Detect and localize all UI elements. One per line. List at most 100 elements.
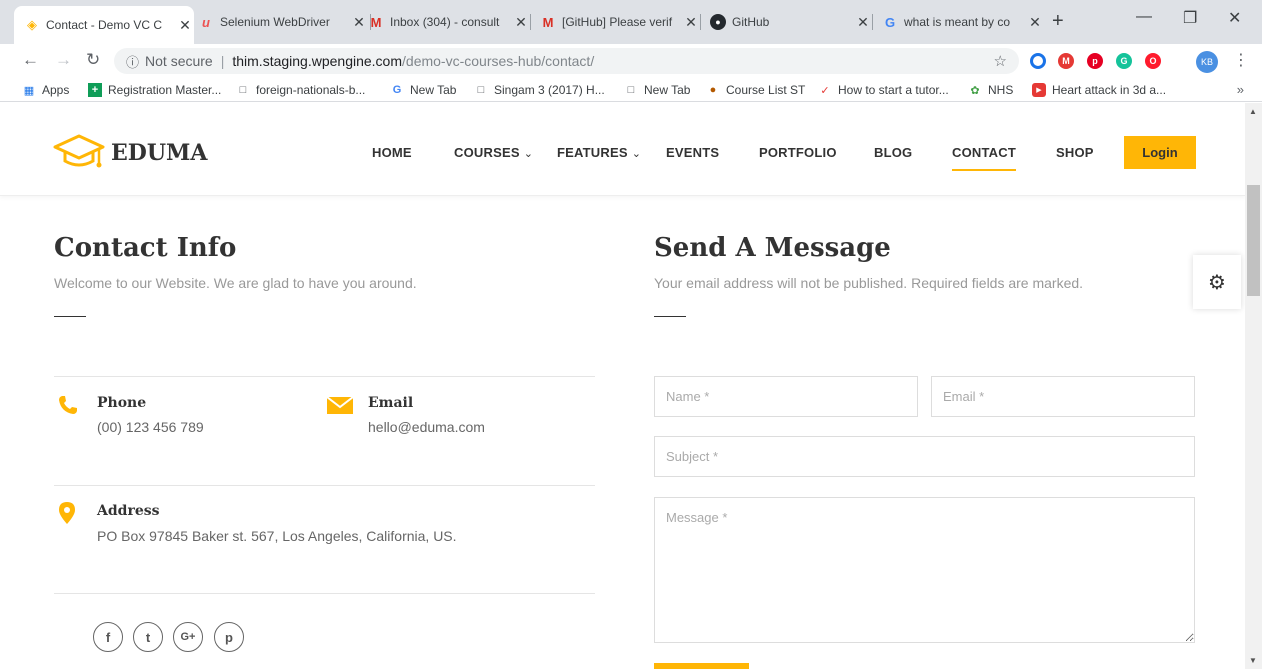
site-logo[interactable]: EDUMA: [53, 133, 207, 173]
bookmark-item[interactable]: ● Course List ST: [706, 83, 806, 97]
pinterest-extension-icon[interactable]: p: [1087, 53, 1103, 69]
page-scrollbar[interactable]: ▲ ▼: [1245, 103, 1262, 669]
extension-icon[interactable]: [1030, 53, 1046, 69]
nav-features[interactable]: FEATURES ⌄: [557, 145, 641, 160]
grammarly-extension-icon[interactable]: G: [1116, 53, 1132, 69]
nhs-icon: ✿: [970, 84, 980, 97]
bookmark-star-icon[interactable]: ☆: [994, 52, 1007, 70]
facebook-icon[interactable]: f: [93, 622, 123, 652]
opera-extension-icon[interactable]: O: [1145, 53, 1161, 69]
name-field[interactable]: [654, 376, 918, 417]
nav-label: CONTACT: [952, 145, 1016, 160]
bookmark-item[interactable]: ✓ How to start a tutor...: [818, 83, 948, 97]
profile-avatar[interactable]: KB: [1196, 51, 1218, 73]
bookmark-label: foreign-nationals-b...: [256, 83, 366, 97]
heading-underline: [54, 316, 86, 317]
url-path: /demo-vc-courses-hub/contact/: [402, 53, 595, 69]
pinterest-icon[interactable]: p: [214, 622, 244, 652]
close-icon[interactable]: ✕: [854, 14, 872, 31]
nav-label: SHOP: [1056, 145, 1094, 160]
bookmark-item[interactable]: □ foreign-nationals-b...: [236, 83, 366, 97]
login-button[interactable]: Login: [1124, 136, 1196, 169]
plus-icon: +: [88, 83, 102, 97]
map-pin-icon: [59, 502, 75, 524]
page-icon: □: [477, 84, 485, 96]
tab-selenium[interactable]: u Selenium WebDriver ✕: [188, 8, 368, 36]
tab-contact[interactable]: ◈ Contact - Demo VC C ✕: [14, 6, 194, 44]
back-button[interactable]: ←: [22, 50, 39, 70]
bookmark-item[interactable]: + Registration Master...: [88, 83, 221, 97]
nav-courses[interactable]: COURSES ⌄: [454, 145, 533, 160]
bookmark-item[interactable]: ✿ NHS: [968, 83, 1013, 97]
gmail-icon: M: [542, 14, 554, 30]
scrollbar-thumb[interactable]: [1247, 185, 1260, 296]
bookmark-item[interactable]: □ New Tab: [624, 83, 691, 97]
forward-button[interactable]: →: [55, 50, 72, 70]
submit-button[interactable]: [654, 663, 749, 669]
email-field[interactable]: [931, 376, 1195, 417]
settings-gear-icon[interactable]: ⚙: [1193, 255, 1241, 309]
bookmark-apps[interactable]: ▦ Apps: [22, 83, 70, 97]
tab-title: [GitHub] Please verif: [562, 15, 673, 29]
address-bar[interactable]: ⓘ Not secure | thim.staging.wpengine.com…: [114, 48, 1019, 74]
graduation-cap-icon: [53, 134, 105, 168]
more-bookmarks-icon[interactable]: »: [1237, 82, 1244, 97]
nav-home[interactable]: HOME: [372, 145, 412, 160]
browser-tab-strip: ◈ Contact - Demo VC C ✕ u Selenium WebDr…: [0, 0, 1262, 44]
bookmark-label: NHS: [988, 83, 1014, 97]
tab-github-verify[interactable]: M [GitHub] Please verif ✕: [530, 8, 700, 36]
nav-blog[interactable]: BLOG: [874, 145, 912, 160]
security-label: Not secure: [145, 53, 213, 69]
twitter-icon[interactable]: t: [133, 622, 163, 652]
message-field[interactable]: [654, 497, 1195, 643]
extension-icon[interactable]: M: [1058, 53, 1074, 69]
nav-label: EVENTS: [666, 145, 720, 160]
bookmark-item[interactable]: G New Tab: [390, 83, 457, 97]
tab-inbox[interactable]: M Inbox (304) - consult ✕: [358, 8, 530, 36]
nav-events[interactable]: EVENTS: [666, 145, 719, 160]
tab-title: Selenium WebDriver: [220, 15, 330, 29]
chevron-down-icon: ⌄: [523, 148, 534, 160]
scroll-down-arrow-icon[interactable]: ▼: [1249, 656, 1257, 665]
chevron-down-icon: ⌄: [631, 148, 642, 160]
scroll-up-arrow-icon[interactable]: ▲: [1249, 107, 1257, 116]
tab-title: Contact - Demo VC C: [46, 18, 163, 32]
subject-field[interactable]: [654, 436, 1195, 477]
tab-google-search[interactable]: G what is meant by co ✕: [872, 8, 1044, 36]
bookmark-item[interactable]: □ Singam 3 (2017) H...: [474, 83, 605, 97]
google-plus-icon[interactable]: G+: [173, 622, 203, 652]
tab-github[interactable]: ● GitHub ✕: [700, 8, 872, 36]
nav-shop[interactable]: SHOP: [1056, 145, 1094, 160]
tab-title: GitHub: [732, 15, 770, 29]
reload-button[interactable]: ↻: [86, 50, 100, 70]
url-host: thim.staging.wpengine.com: [232, 53, 403, 69]
nav-contact[interactable]: CONTACT: [952, 145, 1016, 171]
close-icon[interactable]: ✕: [512, 14, 530, 31]
divider: [54, 485, 595, 486]
apps-icon: ▦: [23, 84, 35, 97]
tab-title: what is meant by co: [904, 15, 1011, 29]
bookmark-label: Course List ST: [726, 83, 806, 97]
nav-portfolio[interactable]: PORTFOLIO: [759, 145, 837, 160]
page-icon: □: [239, 84, 247, 96]
menu-icon[interactable]: ⋮: [1233, 50, 1249, 70]
bookmark-label: Apps: [42, 83, 70, 97]
bookmark-label: Singam 3 (2017) H...: [494, 83, 605, 97]
close-icon[interactable]: ✕: [682, 14, 700, 31]
phone-icon: [59, 396, 77, 414]
site-header: EDUMA HOME COURSES ⌄ FEATURES ⌄ EVENTS POR…: [0, 103, 1245, 196]
divider: [54, 593, 595, 594]
restore-button[interactable]: ❐: [1183, 8, 1197, 28]
minimize-button[interactable]: —: [1136, 8, 1152, 26]
bookmarks-bar: ▦ Apps + Registration Master... □ foreig…: [0, 78, 1262, 102]
heading-underline: [654, 316, 686, 317]
info-icon[interactable]: ⓘ: [126, 52, 139, 71]
close-window-button[interactable]: ✕: [1228, 8, 1241, 28]
google-icon: G: [392, 84, 402, 96]
nav-label: FEATURES: [557, 145, 628, 160]
nav-label: BLOG: [874, 145, 913, 160]
divider: [54, 376, 595, 377]
new-tab-button[interactable]: +: [1052, 10, 1064, 33]
bookmark-item[interactable]: ▶ Heart attack in 3d a...: [1032, 83, 1166, 97]
close-icon[interactable]: ✕: [1026, 14, 1044, 31]
